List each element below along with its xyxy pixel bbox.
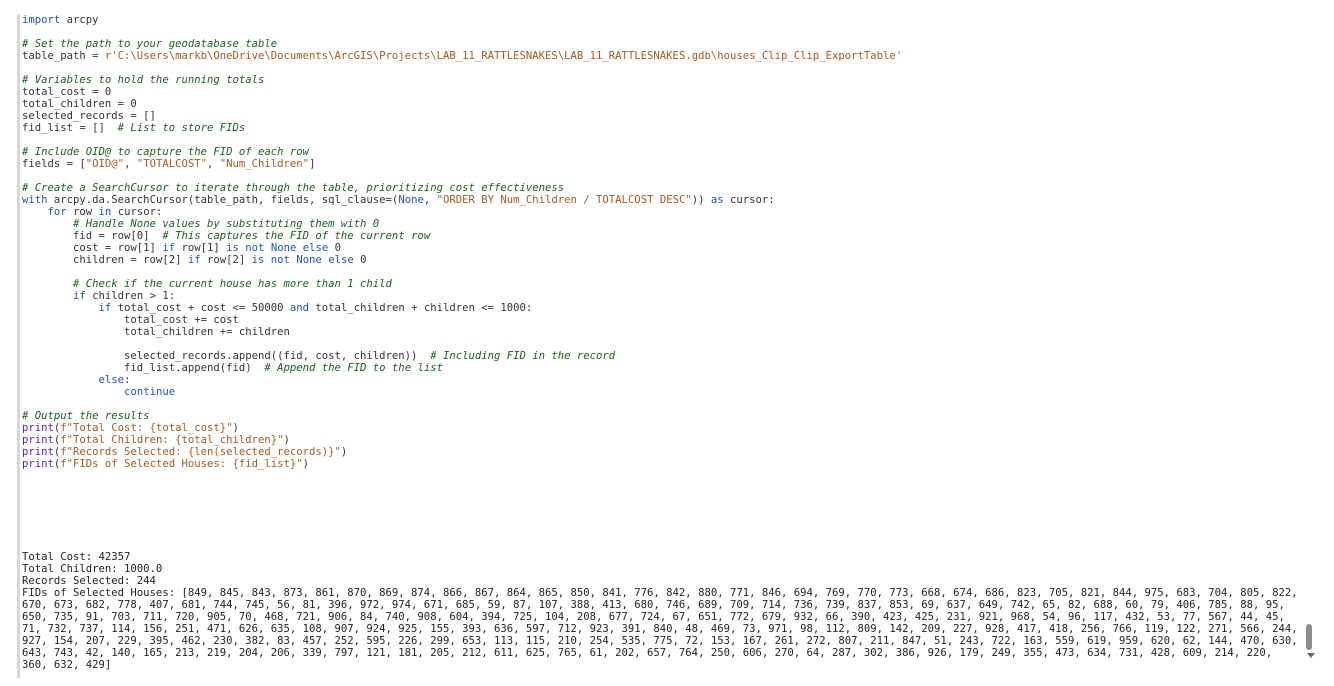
code-line[interactable]: if children > 1: — [22, 290, 1304, 302]
code-line[interactable] — [22, 170, 1304, 182]
code-line[interactable]: total_children = 0 — [22, 98, 1304, 110]
code-line[interactable]: # Check if the current house has more th… — [22, 278, 1304, 290]
output-line: Total Cost: 42357 — [22, 551, 131, 563]
code-line[interactable]: # Output the results — [22, 410, 1304, 422]
code-line[interactable]: # Variables to hold the running totals — [22, 74, 1304, 86]
code-line[interactable]: selected_records.append((fid, cost, chil… — [22, 350, 1304, 362]
code-line[interactable]: continue — [22, 386, 1304, 398]
chevron-down-icon[interactable] — [1307, 653, 1315, 658]
output-line: FIDs of Selected Houses: [849, 845, 843,… — [22, 587, 1304, 671]
code-line[interactable]: cost = row[1] if row[1] is not None else… — [22, 242, 1304, 254]
code-line[interactable]: print(f"Total Children: {total_children}… — [22, 434, 1304, 446]
output-line: Records Selected: 244 — [22, 575, 156, 587]
code-line[interactable]: total_cost += cost — [22, 314, 1304, 326]
code-cell[interactable]: import arcpy # Set the path to your geod… — [17, 14, 1304, 678]
code-line[interactable]: fields = ["OID@", "TOTALCOST", "Num_Chil… — [22, 158, 1304, 170]
code-line[interactable]: print(f"Total Cost: {total_cost}") — [22, 422, 1304, 434]
code-line[interactable]: if total_cost + cost <= 50000 and total_… — [22, 302, 1304, 314]
code-line[interactable]: print(f"FIDs of Selected Houses: {fid_li… — [22, 458, 1304, 470]
code-line[interactable]: # Handle None values by substituting the… — [22, 218, 1304, 230]
code-line[interactable]: print(f"Records Selected: {len(selected_… — [22, 446, 1304, 458]
code-editor[interactable]: import arcpy # Set the path to your geod… — [22, 14, 1304, 470]
code-line[interactable] — [22, 266, 1304, 278]
code-line[interactable]: fid_list.append(fid) # Append the FID to… — [22, 362, 1304, 374]
notebook-page: import arcpy # Set the path to your geod… — [0, 0, 1334, 686]
code-line[interactable]: table_path = r'C:\Users\markb\OneDrive\D… — [22, 50, 1304, 62]
code-line[interactable]: fid = row[0] # This captures the FID of … — [22, 230, 1304, 242]
cell-output: Total Cost: 42357 Total Children: 1000.0 R… — [22, 527, 1300, 678]
code-line[interactable]: # Set the path to your geodatabase table — [22, 38, 1304, 50]
code-line[interactable] — [22, 338, 1304, 350]
code-line[interactable]: else: — [22, 374, 1304, 386]
code-line[interactable]: import arcpy — [22, 14, 1304, 26]
code-line[interactable]: total_cost = 0 — [22, 86, 1304, 98]
code-line[interactable]: # Include OID@ to capture the FID of eac… — [22, 146, 1304, 158]
code-line[interactable]: children = row[2] if row[2] is not None … — [22, 254, 1304, 266]
code-line[interactable]: # Create a SearchCursor to iterate throu… — [22, 182, 1304, 194]
code-line[interactable]: with arcpy.da.SearchCursor(table_path, f… — [22, 194, 1304, 206]
code-line[interactable]: fid_list = [] # List to store FIDs — [22, 122, 1304, 134]
code-line[interactable]: selected_records = [] — [22, 110, 1304, 122]
code-line[interactable] — [22, 398, 1304, 410]
code-line[interactable]: total_children += children — [22, 326, 1304, 338]
vertical-scrollbar[interactable] — [1302, 14, 1318, 666]
output-line: Total Children: 1000.0 — [22, 563, 163, 575]
code-line[interactable] — [22, 62, 1304, 74]
code-line[interactable] — [22, 134, 1304, 146]
scrollbar-thumb[interactable] — [1306, 624, 1312, 650]
code-line[interactable]: for row in cursor: — [22, 206, 1304, 218]
code-line[interactable] — [22, 26, 1304, 38]
